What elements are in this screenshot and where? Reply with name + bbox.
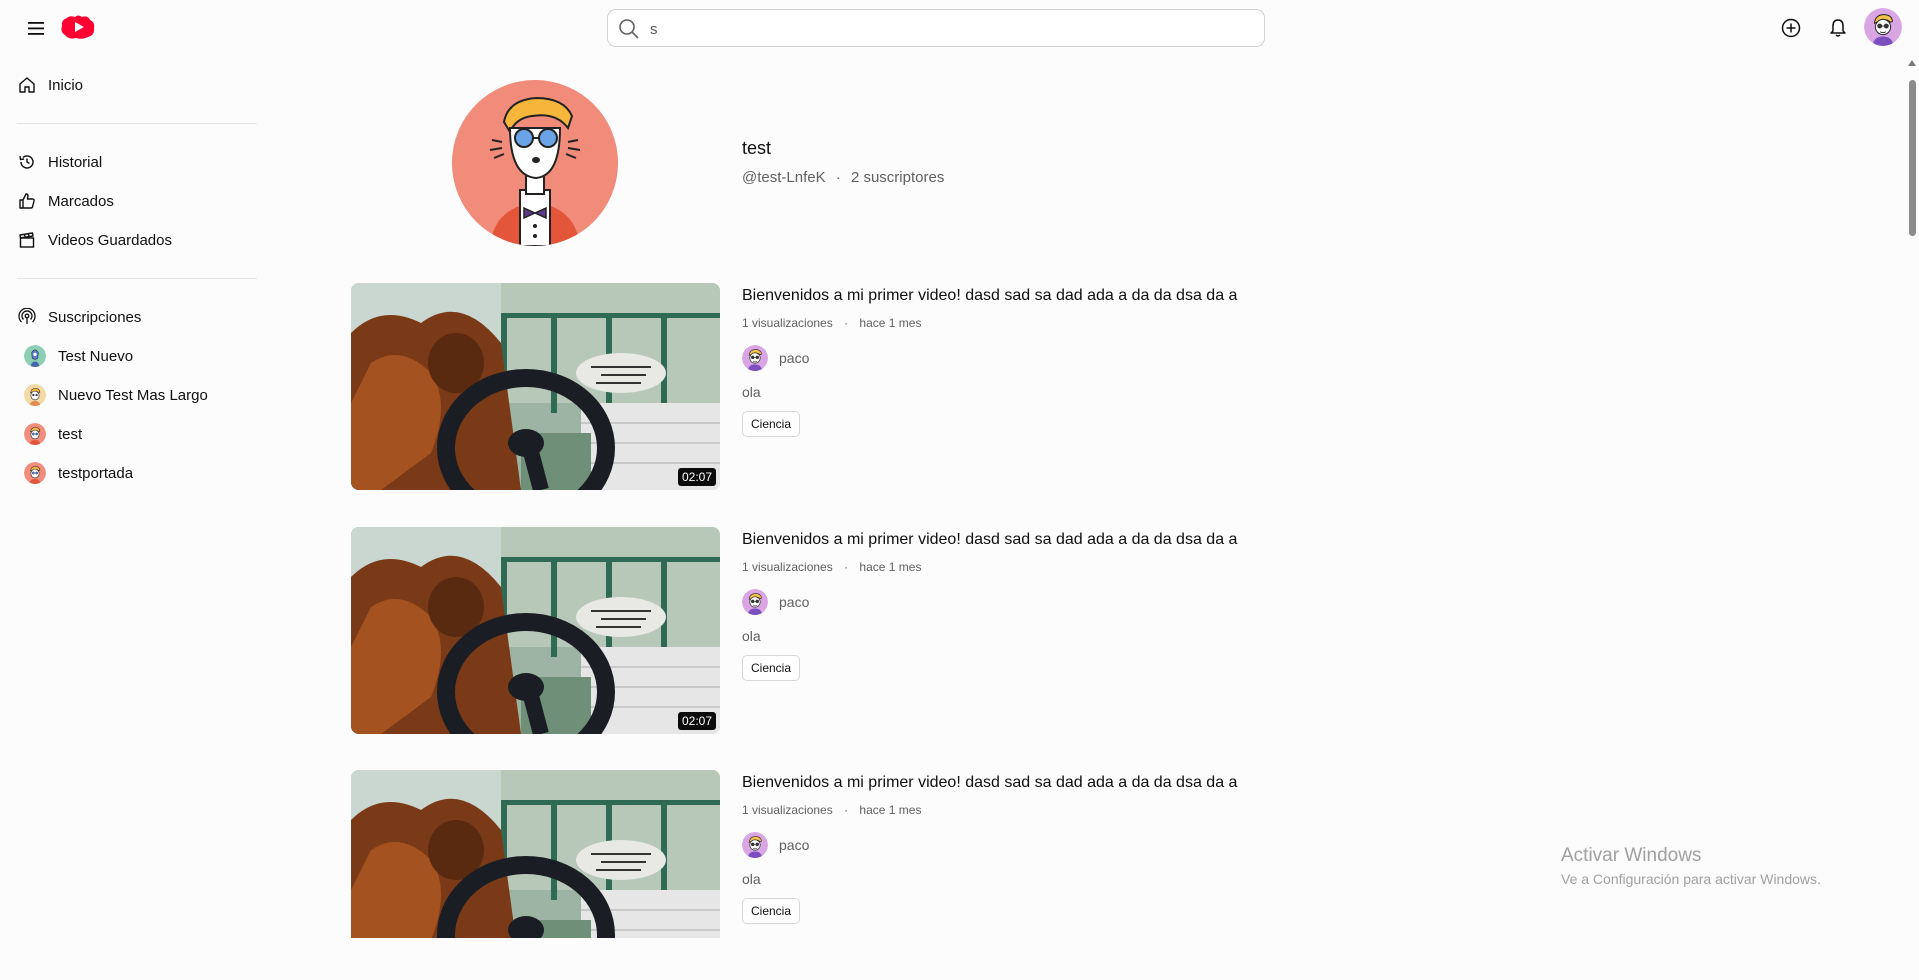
user-avatar[interactable] — [1864, 8, 1902, 46]
author-name: paco — [779, 837, 810, 853]
video-stats: 1 visualizaciones · hace 1 mes — [742, 316, 921, 330]
meta-separator: · — [835, 169, 841, 186]
sidebar-item-historial[interactable]: Historial — [16, 146, 102, 178]
subscription-item[interactable]: test — [18, 418, 82, 450]
author-name: paco — [779, 350, 810, 366]
video-description: ola — [742, 628, 761, 644]
upload-age: hace 1 mes — [859, 560, 922, 574]
channel-avatar — [24, 462, 46, 484]
video-thumbnail[interactable]: 02:07 — [351, 283, 720, 490]
view-count: 1 visualizaciones — [742, 803, 833, 817]
video-title[interactable]: Bienvenidos a mi primer video! dasd sad … — [742, 287, 1237, 305]
windows-activation-watermark: Activar Windows Ve a Configuración para … — [1561, 845, 1821, 887]
category-tag[interactable]: Ciencia — [742, 411, 801, 437]
thumbs-up-icon — [16, 190, 38, 212]
channel-avatar-large — [452, 80, 618, 246]
view-count: 1 visualizaciones — [742, 316, 833, 330]
upload-age: hace 1 mes — [859, 316, 922, 330]
subscription-label: test — [58, 425, 83, 443]
video-stats: 1 visualizaciones · hace 1 mes — [742, 560, 921, 574]
channel-avatar — [24, 384, 46, 406]
meta-separator: · — [844, 316, 849, 330]
video-title[interactable]: Bienvenidos a mi primer video! dasd sad … — [742, 531, 1237, 549]
video-item[interactable]: Bienvenidos a mi primer video! dasd sad … — [351, 770, 1351, 980]
scroll-thumb[interactable] — [1909, 80, 1916, 236]
upload-age: hace 1 mes — [859, 803, 922, 817]
top-bar — [0, 0, 1919, 56]
podcast-icon — [16, 306, 38, 328]
notifications-button[interactable] — [1826, 16, 1850, 40]
history-icon — [16, 151, 38, 173]
logo[interactable] — [60, 14, 96, 40]
category-tag[interactable]: Ciencia — [742, 655, 801, 681]
sidebar-item-label: Videos Guardados — [48, 231, 172, 249]
search-input[interactable] — [648, 16, 1252, 42]
menu-button[interactable] — [24, 16, 48, 40]
home-icon — [16, 74, 38, 96]
search-icon — [619, 19, 639, 39]
thumbnail-image — [351, 770, 720, 938]
sidebar-item-label: Historial — [48, 153, 103, 171]
bell-icon — [1830, 19, 1846, 37]
author-name: paco — [779, 594, 810, 610]
subscription-item[interactable]: Test Nuevo — [18, 340, 133, 372]
scroll-up-arrow-icon[interactable] — [1908, 60, 1916, 66]
sidebar-item-label: Marcados — [48, 192, 114, 210]
channel-avatar — [24, 345, 46, 367]
channel-avatar-image — [452, 80, 618, 246]
author-avatar — [742, 832, 768, 858]
video-thumbnail[interactable]: 02:07 — [351, 527, 720, 734]
video-item[interactable]: 02:07 Bienvenidos a mi primer video! das… — [351, 283, 1351, 493]
view-count: 1 visualizaciones — [742, 560, 833, 574]
subscription-label: testportada — [58, 464, 134, 482]
channel-avatar — [24, 423, 46, 445]
sidebar-divider — [17, 123, 257, 124]
sidebar-item-videos-guardados[interactable]: Videos Guardados — [16, 224, 172, 256]
sidebar-item-marcados[interactable]: Marcados — [16, 185, 114, 217]
sidebar-item-suscripciones[interactable]: Suscripciones — [16, 301, 141, 333]
watermark-title: Activar Windows — [1561, 845, 1702, 866]
category-tag[interactable]: Ciencia — [742, 898, 801, 924]
video-description: ola — [742, 871, 761, 887]
sidebar-item-label: Suscripciones — [48, 308, 142, 326]
video-title[interactable]: Bienvenidos a mi primer video! dasd sad … — [742, 774, 1237, 792]
subscription-label: Test Nuevo — [58, 347, 134, 365]
create-button[interactable] — [1779, 16, 1803, 40]
user-avatar-image — [1864, 8, 1902, 46]
video-author[interactable]: paco — [742, 344, 809, 372]
meta-separator: · — [844, 803, 849, 817]
author-avatar — [742, 589, 768, 615]
channel-meta: @test-LnfeK · 2 suscriptores — [742, 169, 944, 186]
subscriber-count: 2 suscriptores — [850, 169, 945, 186]
search-box[interactable] — [607, 9, 1265, 47]
channel-name: test — [742, 138, 772, 158]
video-duration: 02:07 — [677, 468, 716, 486]
author-avatar — [742, 345, 768, 371]
video-author[interactable]: paco — [742, 831, 809, 859]
thumbnail-image — [351, 283, 720, 490]
plus-circle-icon — [1781, 18, 1801, 38]
thumbnail-image — [351, 527, 720, 734]
page-scrollbar[interactable] — [1905, 60, 1919, 938]
sidebar-item-label: Inicio — [48, 76, 84, 94]
video-stats: 1 visualizaciones · hace 1 mes — [742, 803, 921, 817]
clapperboard-icon — [16, 229, 38, 251]
subscription-label: Nuevo Test Mas Largo — [58, 386, 208, 404]
video-description: ola — [742, 384, 761, 400]
watermark-subtitle: Ve a Configuración para activar Windows. — [1561, 871, 1821, 887]
sidebar-item-inicio[interactable]: Inicio — [16, 69, 83, 101]
video-thumbnail[interactable] — [351, 770, 720, 938]
sidebar-divider — [17, 278, 257, 279]
play-logo-icon — [61, 15, 95, 39]
video-item[interactable]: 02:07 Bienvenidos a mi primer video! das… — [351, 527, 1351, 737]
video-duration: 02:07 — [677, 712, 716, 730]
hamburger-icon — [28, 21, 44, 35]
subscription-item[interactable]: testportada — [18, 457, 133, 489]
video-author[interactable]: paco — [742, 588, 809, 616]
meta-separator: · — [844, 560, 849, 574]
channel-handle: @test-LnfeK — [742, 169, 826, 186]
subscription-item[interactable]: Nuevo Test Mas Largo — [18, 379, 208, 411]
